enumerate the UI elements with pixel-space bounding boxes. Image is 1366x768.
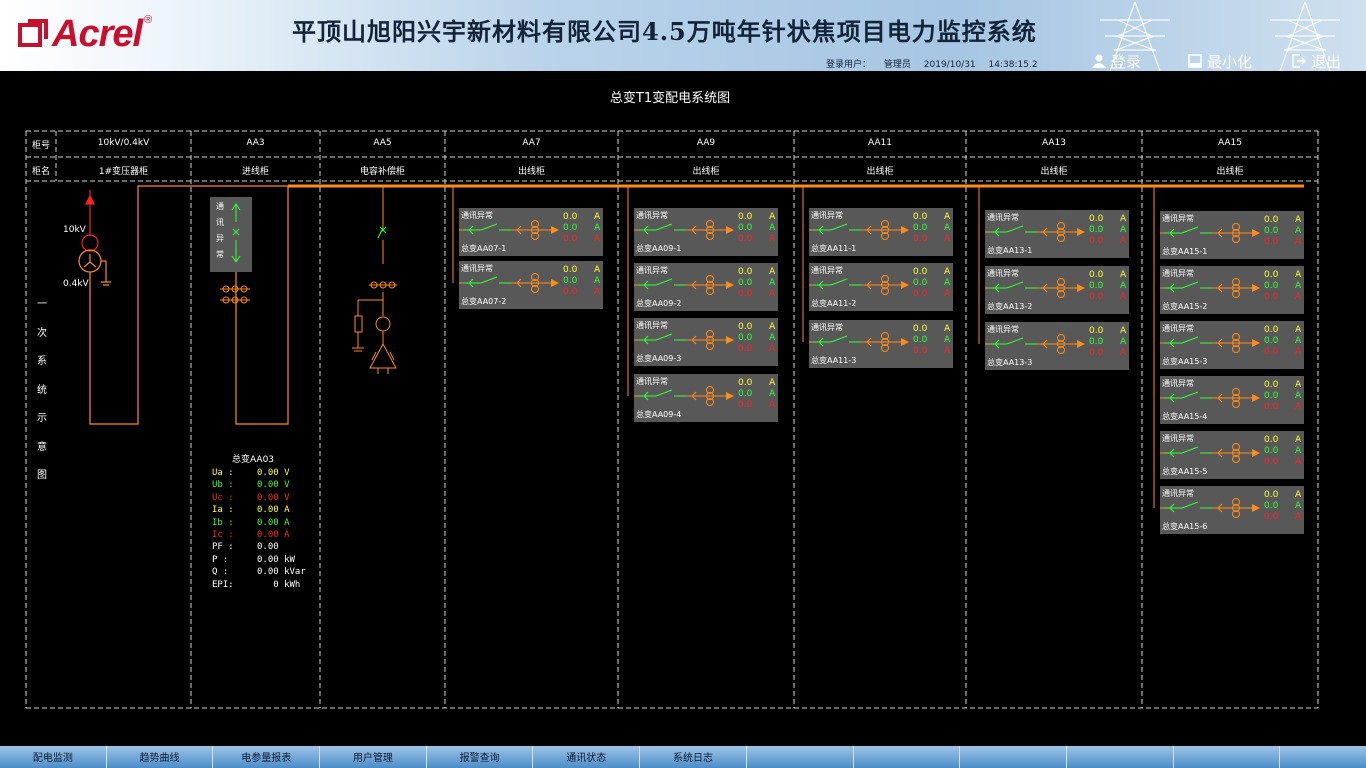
feeder-unit-a: A <box>1295 490 1302 500</box>
nav-button[interactable] <box>1280 746 1366 768</box>
feeder-unit-b: A <box>1295 226 1302 236</box>
feeder-unit-a: A <box>1295 435 1302 445</box>
feeder-switch-blade <box>1181 501 1199 509</box>
feeder-unit-c: A <box>1295 347 1302 357</box>
bottom-navigation: 配电监测 趋势曲线 电参量报表 用户管理 报警查询 通讯状态 系统日志 <box>0 746 1366 768</box>
feeder-panel[interactable]: 通讯异常 0.0 0.0 0.0 A A A 总变AA15-3 <box>1160 321 1304 369</box>
nav-button[interactable]: 报警查询 <box>426 746 534 768</box>
feeder-panel[interactable]: 通讯异常 0.0 0.0 0.0 A A A 总变AA15-2 <box>1160 266 1304 314</box>
feeder-status: 通讯异常 <box>1162 324 1194 333</box>
feeder-unit-c: A <box>1295 457 1302 467</box>
feeder-current-a: 0.0 <box>1264 215 1279 225</box>
load-arrow-icon <box>1252 449 1260 457</box>
feeder-current-b: 0.0 <box>1264 391 1279 401</box>
feeder-status: 通讯异常 <box>1162 434 1194 443</box>
nav-button[interactable] <box>960 746 1067 768</box>
feeder-unit-b: A <box>1295 501 1302 511</box>
load-arrow-icon <box>1252 504 1260 512</box>
feeder-current-c: 0.0 <box>1264 292 1279 302</box>
feeder-unit-b: A <box>1295 336 1302 346</box>
feeder-unit-c: A <box>1295 512 1302 522</box>
feeder-name: 总变AA15-6 <box>1162 522 1208 531</box>
feeder-unit-a: A <box>1295 215 1302 225</box>
feeder-panel[interactable]: 通讯异常 0.0 0.0 0.0 A A A 总变AA15-5 <box>1160 431 1304 479</box>
feeder-panel[interactable]: 通讯异常 0.0 0.0 0.0 A A A 总变AA15-1 <box>1160 211 1304 259</box>
nav-button[interactable] <box>1066 746 1174 768</box>
feeder-unit-b: A <box>1295 281 1302 291</box>
feeder-unit-c: A <box>1295 402 1302 412</box>
feeder-unit-c: A <box>1295 237 1302 247</box>
feeder-current-a: 0.0 <box>1264 325 1279 335</box>
nav-button[interactable]: 通讯状态 <box>533 746 641 768</box>
feeder-status: 通讯异常 <box>1162 214 1194 223</box>
feeder-current-c: 0.0 <box>1264 347 1279 357</box>
feeder-switch-blade <box>1181 336 1199 344</box>
feeder-switch-blade <box>1181 226 1199 234</box>
feeder-current-b: 0.0 <box>1264 501 1279 511</box>
nav-button[interactable]: 系统日志 <box>640 746 747 768</box>
nav-button[interactable]: 配电监测 <box>0 746 107 768</box>
nav-button[interactable] <box>853 746 961 768</box>
feeder-current-b: 0.0 <box>1264 336 1279 346</box>
feeder-current-b: 0.0 <box>1264 446 1279 456</box>
feeder-unit-b: A <box>1295 391 1302 401</box>
feeder-name: 总变AA15-5 <box>1162 467 1208 476</box>
nav-button[interactable]: 趋势曲线 <box>106 746 214 768</box>
feeder-unit-a: A <box>1295 270 1302 280</box>
feeder-current-b: 0.0 <box>1264 226 1279 236</box>
feeder-name: 总变AA15-1 <box>1162 247 1208 256</box>
load-arrow-icon <box>1252 229 1260 237</box>
feeder-current-a: 0.0 <box>1264 490 1279 500</box>
feeder-name: 总变AA15-3 <box>1162 357 1208 366</box>
feeder-trunk <box>1153 186 1155 508</box>
feeder-name: 总变AA15-4 <box>1162 412 1208 421</box>
feeder-current-a: 0.0 <box>1264 380 1279 390</box>
feeder-panel[interactable]: 通讯异常 0.0 0.0 0.0 A A A 总变AA15-4 <box>1160 376 1304 424</box>
feeder-switch-blade <box>1181 281 1199 289</box>
feeder-status: 通讯异常 <box>1162 379 1194 388</box>
feeder-switch-blade <box>1181 391 1199 399</box>
nav-button[interactable] <box>746 746 854 768</box>
feeder-current-c: 0.0 <box>1264 457 1279 467</box>
feeder-status: 通讯异常 <box>1162 489 1194 498</box>
feeder-unit-c: A <box>1295 292 1302 302</box>
feeder-unit-a: A <box>1295 325 1302 335</box>
feeder-current-c: 0.0 <box>1264 512 1279 522</box>
load-arrow-icon <box>1252 339 1260 347</box>
feeder-current-b: 0.0 <box>1264 281 1279 291</box>
feeder-unit-b: A <box>1295 446 1302 456</box>
feeder-current-a: 0.0 <box>1264 435 1279 445</box>
feeder-current-c: 0.0 <box>1264 237 1279 247</box>
load-arrow-icon <box>1252 394 1260 402</box>
load-arrow-icon <box>1252 284 1260 292</box>
feeder-status: 通讯异常 <box>1162 269 1194 278</box>
feeder-current-a: 0.0 <box>1264 270 1279 280</box>
feeder-name: 总变AA15-2 <box>1162 302 1208 311</box>
feeder-panel[interactable]: 通讯异常 0.0 0.0 0.0 A A A 总变AA15-6 <box>1160 486 1304 534</box>
feeder-unit-a: A <box>1295 380 1302 390</box>
feeder-switch-blade <box>1181 446 1199 454</box>
nav-button[interactable] <box>1173 746 1281 768</box>
nav-button[interactable]: 电参量报表 <box>213 746 321 768</box>
feeder-current-c: 0.0 <box>1264 402 1279 412</box>
nav-button[interactable]: 用户管理 <box>320 746 427 768</box>
